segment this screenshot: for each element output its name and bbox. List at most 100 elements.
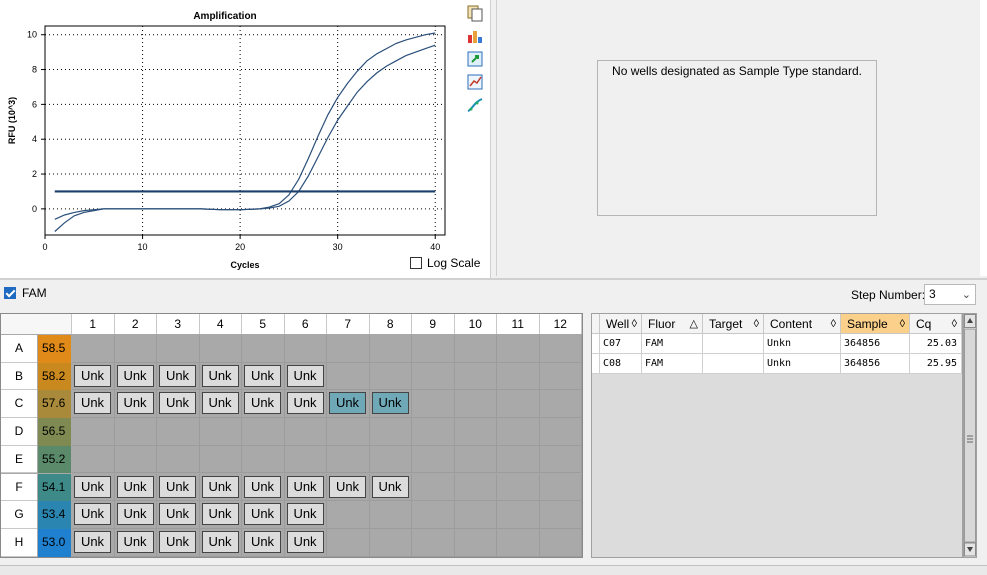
plate-well-D7[interactable]: [327, 418, 370, 446]
plate-row-header[interactable]: F: [1, 473, 37, 502]
sort-icon[interactable]: ◊: [831, 314, 836, 334]
plate-well-G5[interactable]: Unk: [242, 501, 285, 529]
plate-well-A11[interactable]: [497, 335, 540, 363]
plate-well-D3[interactable]: [157, 418, 200, 446]
plate-well-B9[interactable]: [412, 362, 455, 391]
plate-well-F1[interactable]: Unk: [72, 473, 115, 502]
plate-well-B5[interactable]: Unk: [242, 362, 285, 391]
plate-row-header[interactable]: C: [1, 390, 37, 419]
plate-well-E1[interactable]: [72, 445, 115, 474]
plate-well-H1[interactable]: Unk: [72, 528, 115, 557]
plate-column-header[interactable]: 6: [284, 314, 327, 334]
plate-well-B1[interactable]: Unk: [72, 362, 115, 391]
plate-well-E7[interactable]: [327, 445, 370, 474]
fluor-selector[interactable]: FAM: [4, 286, 47, 300]
plate-column-header[interactable]: 8: [369, 314, 412, 334]
plate-well-E11[interactable]: [497, 445, 540, 474]
plate-column-header[interactable]: 1: [72, 314, 115, 334]
plate-row-header[interactable]: G: [1, 501, 37, 529]
plate-well-E8[interactable]: [369, 445, 412, 474]
plate-well-D1[interactable]: [72, 418, 115, 446]
plate-well-C7[interactable]: Unk: [327, 390, 370, 419]
plate-well-G3[interactable]: Unk: [157, 501, 200, 529]
sort-icon[interactable]: ◊: [754, 314, 759, 334]
plate-well-A1[interactable]: [72, 335, 115, 363]
plate-well-G4[interactable]: Unk: [199, 501, 242, 529]
plate-well-A2[interactable]: [114, 335, 157, 363]
plate-well-A4[interactable]: [199, 335, 242, 363]
plate-well-B8[interactable]: [369, 362, 412, 391]
plate-well-H5[interactable]: Unk: [242, 528, 285, 557]
plate-well-G11[interactable]: [497, 501, 540, 529]
table-header-sample[interactable]: Sample ◊: [841, 314, 910, 334]
plate-well-F7[interactable]: Unk: [327, 473, 370, 502]
plate-well-D8[interactable]: [369, 418, 412, 446]
table-header-target[interactable]: Target ◊: [703, 314, 764, 334]
plate-corner[interactable]: [1, 314, 72, 334]
plate-well-D11[interactable]: [497, 418, 540, 446]
table-header-well[interactable]: Well ◊: [600, 314, 642, 334]
plate-well-H12[interactable]: [539, 528, 582, 557]
plate-row-header[interactable]: E: [1, 445, 37, 474]
plate-well-A8[interactable]: [369, 335, 412, 363]
plate-well-C3[interactable]: Unk: [157, 390, 200, 419]
plate-well-H4[interactable]: Unk: [199, 528, 242, 557]
plate-well-C1[interactable]: Unk: [72, 390, 115, 419]
plate-well-B7[interactable]: [327, 362, 370, 391]
fam-checkbox[interactable]: [4, 287, 16, 299]
table-vertical-scrollbar[interactable]: [963, 313, 977, 558]
plate-well-A5[interactable]: [242, 335, 285, 363]
plate-well-E5[interactable]: [242, 445, 285, 474]
plate-well-E12[interactable]: [539, 445, 582, 474]
plate-well-G10[interactable]: [454, 501, 497, 529]
plate-well-C4[interactable]: Unk: [199, 390, 242, 419]
plate-well-E10[interactable]: [454, 445, 497, 474]
table-header-cq[interactable]: Cq ◊: [910, 314, 962, 334]
plate-column-header[interactable]: 2: [114, 314, 157, 334]
export-icon[interactable]: [466, 50, 484, 68]
plate-well-B11[interactable]: [497, 362, 540, 391]
plate-column-header[interactable]: 11: [497, 314, 540, 334]
plate-well-H9[interactable]: [412, 528, 455, 557]
plate-well-H11[interactable]: [497, 528, 540, 557]
plate-column-header[interactable]: 12: [539, 314, 582, 334]
sort-icon[interactable]: ◊: [900, 314, 905, 334]
plate-well-B3[interactable]: Unk: [157, 362, 200, 391]
chart-settings-icon[interactable]: [466, 27, 484, 45]
sort-icon[interactable]: ◊: [632, 314, 637, 334]
plate-well-C9[interactable]: [412, 390, 455, 419]
plate-well-E9[interactable]: [412, 445, 455, 474]
plate-well-G2[interactable]: Unk: [114, 501, 157, 529]
plate-well-F3[interactable]: Unk: [157, 473, 200, 502]
plate-row-header[interactable]: A: [1, 335, 37, 363]
plate-column-header[interactable]: 5: [242, 314, 285, 334]
plate-well-E4[interactable]: [199, 445, 242, 474]
plate-well-H6[interactable]: Unk: [284, 528, 327, 557]
plate-well-B2[interactable]: Unk: [114, 362, 157, 391]
plate-well-F6[interactable]: Unk: [284, 473, 327, 502]
plate-well-C12[interactable]: [539, 390, 582, 419]
plate-well-D12[interactable]: [539, 418, 582, 446]
plate-well-C6[interactable]: Unk: [284, 390, 327, 419]
plate-well-C5[interactable]: Unk: [242, 390, 285, 419]
log-scale-checkbox[interactable]: [410, 257, 422, 269]
plate-well-F8[interactable]: Unk: [369, 473, 412, 502]
plate-well-F5[interactable]: Unk: [242, 473, 285, 502]
plate-well-E3[interactable]: [157, 445, 200, 474]
plate-well-A12[interactable]: [539, 335, 582, 363]
plate-well-E2[interactable]: [114, 445, 157, 474]
plate-well-G6[interactable]: Unk: [284, 501, 327, 529]
plate-well-D2[interactable]: [114, 418, 157, 446]
plate-well-B12[interactable]: [539, 362, 582, 391]
plate-well-F4[interactable]: Unk: [199, 473, 242, 502]
plate-column-header[interactable]: 10: [454, 314, 497, 334]
log-scale-toggle[interactable]: Log Scale: [410, 256, 480, 270]
plate-well-H3[interactable]: Unk: [157, 528, 200, 557]
plate-well-G8[interactable]: [369, 501, 412, 529]
plate-well-C2[interactable]: Unk: [114, 390, 157, 419]
sort-icon[interactable]: ◊: [952, 314, 957, 334]
plate-well-H2[interactable]: Unk: [114, 528, 157, 557]
plate-well-D4[interactable]: [199, 418, 242, 446]
plate-well-E6[interactable]: [284, 445, 327, 474]
plate-well-D10[interactable]: [454, 418, 497, 446]
